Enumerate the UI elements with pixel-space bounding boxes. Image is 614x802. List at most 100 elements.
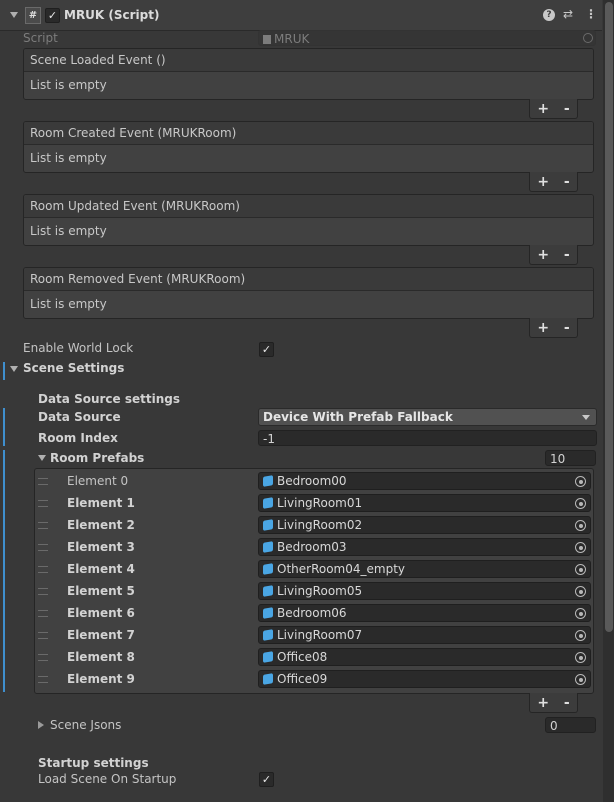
- event-header: Scene Loaded Event (): [24, 49, 593, 72]
- room-created-event: Room Created Event (MRUKRoom) List is em…: [23, 121, 594, 173]
- scrollbar-thumb[interactable]: [605, 2, 613, 632]
- data-source-settings-heading: Data Source settings: [38, 392, 180, 406]
- list-item: Element 0 Bedroom00: [34, 470, 592, 492]
- prefab-icon: [263, 607, 273, 619]
- script-field-value: MRUK: [274, 32, 310, 46]
- room-prefabs-label[interactable]: Room Prefabs: [50, 451, 144, 465]
- scene-jsons-foldout-icon[interactable]: [38, 721, 44, 729]
- prefab-icon: [263, 651, 273, 663]
- object-field[interactable]: LivingRoom01: [258, 494, 591, 512]
- drag-handle-icon[interactable]: [38, 610, 48, 617]
- drag-handle-icon[interactable]: [38, 500, 48, 507]
- object-field[interactable]: Office09: [258, 670, 591, 688]
- scene-settings-foldout-icon[interactable]: [10, 366, 18, 372]
- scene-loaded-event: Scene Loaded Event () List is empty: [23, 48, 594, 100]
- object-picker-icon[interactable]: [575, 476, 586, 487]
- object-field[interactable]: LivingRoom07: [258, 626, 591, 644]
- drag-handle-icon[interactable]: [38, 544, 48, 551]
- object-field[interactable]: Office08: [258, 648, 591, 666]
- add-button[interactable]: +: [537, 101, 549, 117]
- remove-button[interactable]: -: [564, 101, 570, 117]
- event-header: Room Created Event (MRUKRoom): [24, 122, 593, 145]
- object-field[interactable]: LivingRoom05: [258, 582, 591, 600]
- object-picker-icon[interactable]: [575, 498, 586, 509]
- object-picker-icon[interactable]: [575, 608, 586, 619]
- object-field[interactable]: Bedroom03: [258, 538, 591, 556]
- drag-handle-icon[interactable]: [38, 478, 48, 485]
- enable-world-lock-label: Enable World Lock: [23, 341, 134, 355]
- element-label: Element 6: [67, 606, 135, 620]
- prefab-icon: [263, 541, 273, 553]
- object-field[interactable]: OtherRoom04_empty: [258, 560, 591, 578]
- component-enabled-checkbox[interactable]: ✓: [45, 8, 60, 23]
- list-item: Element 6 Bedroom06: [34, 602, 592, 624]
- presets-icon[interactable]: ⇄: [563, 7, 573, 21]
- scene-jsons-size-field[interactable]: 0: [545, 717, 596, 733]
- modified-indicator: [3, 450, 5, 692]
- remove-button[interactable]: -: [564, 695, 570, 711]
- component-foldout-arrow-icon[interactable]: [10, 12, 18, 18]
- object-field-value: Bedroom06: [277, 606, 347, 620]
- room-index-field[interactable]: -1: [258, 430, 597, 446]
- add-button[interactable]: +: [537, 174, 549, 190]
- element-label: Element 1: [67, 496, 135, 510]
- object-field-value: OtherRoom04_empty: [277, 562, 406, 576]
- list-item: Element 5 LivingRoom05: [34, 580, 592, 602]
- prefab-icon: [263, 585, 273, 597]
- room-prefabs-add-remove: + -: [529, 693, 578, 713]
- load-scene-on-startup-checkbox[interactable]: ✓: [259, 772, 274, 787]
- help-icon[interactable]: ?: [543, 9, 555, 21]
- scene-jsons-label[interactable]: Scene Jsons: [50, 718, 121, 732]
- list-item: Element 9 Office09: [34, 668, 592, 690]
- object-picker-icon[interactable]: [575, 586, 586, 597]
- object-field-value: LivingRoom02: [277, 518, 363, 532]
- script-file-icon: [263, 35, 271, 44]
- remove-button[interactable]: -: [564, 247, 570, 263]
- context-menu-icon[interactable]: ⋮: [585, 7, 597, 21]
- element-label: Element 8: [67, 650, 135, 664]
- object-field[interactable]: LivingRoom02: [258, 516, 591, 534]
- remove-button[interactable]: -: [564, 174, 570, 190]
- drag-handle-icon[interactable]: [38, 632, 48, 639]
- drag-handle-icon[interactable]: [38, 522, 48, 529]
- room-created-add-remove: + -: [529, 172, 578, 192]
- prefab-icon: [263, 673, 273, 685]
- list-item: Element 7 LivingRoom07: [34, 624, 592, 646]
- object-field-value: LivingRoom01: [277, 496, 363, 510]
- room-prefabs-foldout-icon[interactable]: [38, 455, 46, 461]
- room-prefabs-size-field[interactable]: 10: [545, 450, 596, 466]
- scene-settings-label[interactable]: Scene Settings: [23, 361, 124, 375]
- data-source-value: Device With Prefab Fallback: [263, 410, 453, 424]
- list-item: Element 8 Office08: [34, 646, 592, 668]
- add-button[interactable]: +: [537, 695, 549, 711]
- script-icon: #: [25, 7, 41, 24]
- add-button[interactable]: +: [537, 247, 549, 263]
- remove-button[interactable]: -: [564, 320, 570, 336]
- drag-handle-icon[interactable]: [38, 588, 48, 595]
- object-picker-icon[interactable]: [575, 630, 586, 641]
- object-picker-icon[interactable]: [575, 520, 586, 531]
- object-picker-icon[interactable]: [575, 652, 586, 663]
- object-field-value: Office08: [277, 650, 328, 664]
- object-field[interactable]: Bedroom00: [258, 472, 591, 490]
- event-empty-text: List is empty: [30, 78, 107, 92]
- prefab-icon: [263, 475, 273, 487]
- room-removed-event: Room Removed Event (MRUKRoom) List is em…: [23, 267, 594, 319]
- add-button[interactable]: +: [537, 320, 549, 336]
- element-label: Element 3: [67, 540, 135, 554]
- prefab-icon: [263, 497, 273, 509]
- object-field[interactable]: Bedroom06: [258, 604, 591, 622]
- enable-world-lock-checkbox[interactable]: ✓: [259, 342, 274, 357]
- element-label: Element 9: [67, 672, 135, 686]
- drag-handle-icon[interactable]: [38, 654, 48, 661]
- object-picker-icon[interactable]: [575, 564, 586, 575]
- modified-indicator: [3, 362, 5, 380]
- object-field-value: LivingRoom05: [277, 584, 363, 598]
- object-picker-icon[interactable]: [575, 674, 586, 685]
- load-scene-on-startup-label: Load Scene On Startup: [38, 772, 177, 786]
- element-label: Element 5: [67, 584, 135, 598]
- drag-handle-icon[interactable]: [38, 676, 48, 683]
- data-source-dropdown[interactable]: Device With Prefab Fallback: [258, 408, 597, 426]
- object-picker-icon[interactable]: [575, 542, 586, 553]
- drag-handle-icon[interactable]: [38, 566, 48, 573]
